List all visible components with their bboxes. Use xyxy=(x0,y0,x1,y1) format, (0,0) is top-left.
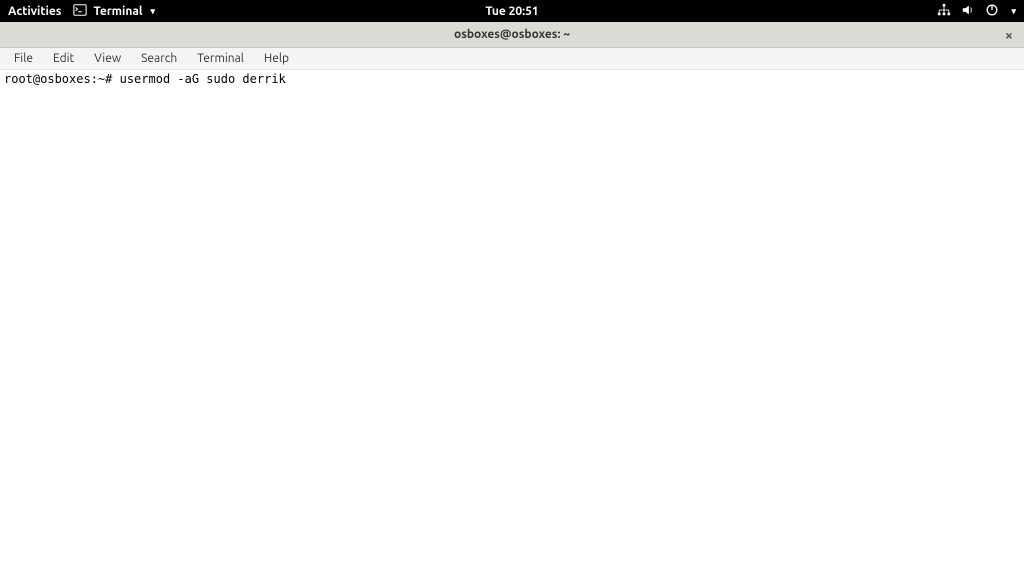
window-title: osboxes@osboxes: ~ xyxy=(454,28,570,41)
prompt: root@osboxes:~# xyxy=(4,72,112,86)
menu-search[interactable]: Search xyxy=(131,50,187,67)
top-panel-left: Activities Terminal ▾ xyxy=(8,3,155,20)
menu-view[interactable]: View xyxy=(84,50,131,67)
top-panel-right: ▾ xyxy=(937,3,1016,20)
close-button[interactable]: × xyxy=(1002,28,1016,42)
clock[interactable]: Tue 20:51 xyxy=(485,5,538,18)
command-text: usermod -aG sudo derrik xyxy=(120,72,286,86)
terminal-content[interactable]: root@osboxes:~# usermod -aG sudo derrik xyxy=(0,70,1024,561)
app-menu-bar: File Edit View Search Terminal Help xyxy=(0,48,1024,70)
system-menu-chevron-icon[interactable]: ▾ xyxy=(1011,6,1016,17)
menu-terminal[interactable]: Terminal xyxy=(187,50,254,67)
close-icon: × xyxy=(1005,27,1013,43)
power-icon[interactable] xyxy=(985,3,999,20)
menu-edit[interactable]: Edit xyxy=(43,50,84,67)
app-menu[interactable]: Terminal ▾ xyxy=(73,3,155,20)
volume-icon[interactable] xyxy=(961,3,975,20)
chevron-down-icon: ▾ xyxy=(151,6,156,17)
window-title-bar: osboxes@osboxes: ~ × xyxy=(0,22,1024,48)
menu-file[interactable]: File xyxy=(4,50,43,67)
app-menu-label: Terminal xyxy=(93,5,142,18)
menu-help[interactable]: Help xyxy=(254,50,299,67)
terminal-icon xyxy=(73,3,87,20)
activities-button[interactable]: Activities xyxy=(8,5,61,18)
gnome-top-panel: Activities Terminal ▾ Tue 20:51 ▾ xyxy=(0,0,1024,22)
network-icon[interactable] xyxy=(937,3,951,20)
